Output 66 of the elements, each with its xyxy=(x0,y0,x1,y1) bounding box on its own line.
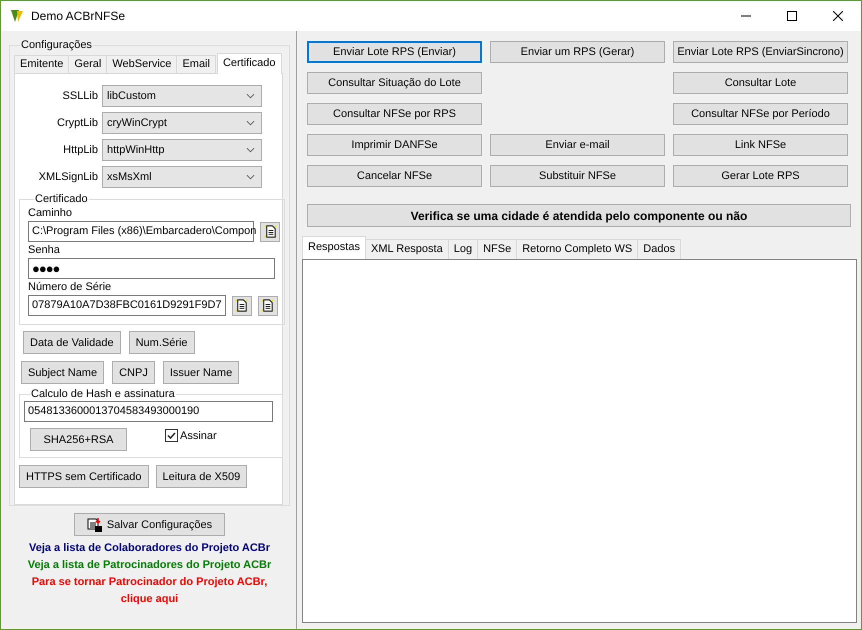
link[interactable]: clique aqui xyxy=(120,593,178,605)
dropdown[interactable]: cryWinCrypt xyxy=(102,112,262,134)
tab[interactable]: Email xyxy=(176,55,216,73)
chevron-down-icon xyxy=(246,147,255,153)
app-logo-icon xyxy=(9,8,25,24)
chevron-down-icon xyxy=(246,93,255,99)
dropdown[interactable]: httpWinHttp xyxy=(102,139,262,161)
input-field[interactable]: 0548133600013704583493000190 xyxy=(24,401,273,422)
link[interactable]: Para se tornar Patrocinador do Projeto ACBr, xyxy=(32,576,268,588)
action-button[interactable]: Substituir NFSe xyxy=(490,165,665,187)
dropdown[interactable]: libCustom xyxy=(102,85,262,107)
action-button[interactable]: Cancelar NFSe xyxy=(307,165,482,187)
field-label: XMLSignLib xyxy=(38,171,99,183)
action-button[interactable]: HTTPS sem Certificado xyxy=(19,465,149,488)
tab[interactable]: Certificado xyxy=(216,53,282,74)
close-icon[interactable] xyxy=(833,11,843,21)
browse-button[interactable] xyxy=(258,296,278,316)
action-button[interactable]: CNPJ xyxy=(112,361,155,384)
file-icon xyxy=(234,298,250,313)
save-button[interactable]: Salvar Configurações xyxy=(74,513,225,536)
checkbox[interactable] xyxy=(165,429,178,442)
action-button[interactable]: Enviar Lote RPS (Enviar) xyxy=(307,41,482,63)
password-field[interactable]: ●●●● xyxy=(28,258,275,279)
action-button[interactable]: Imprimir DANFSe xyxy=(307,134,482,156)
chevron-down-icon xyxy=(246,174,255,180)
tab[interactable]: Emitente xyxy=(14,55,70,73)
group-title: Certificado xyxy=(34,193,89,206)
input-field[interactable]: 07879A10A7D38FBC0161D9291F9D7 xyxy=(28,295,226,316)
verify-button[interactable]: Verifica se uma cidade é atendida pelo componente ou não xyxy=(307,204,851,227)
field-label: Número de Série xyxy=(28,281,112,293)
browse-button[interactable] xyxy=(260,222,280,242)
action-button[interactable]: Enviar e-mail xyxy=(490,134,665,156)
field-label: HttpLib xyxy=(62,144,99,156)
tab[interactable]: Respostas xyxy=(302,236,366,259)
field-label: Caminho xyxy=(28,207,74,219)
action-button[interactable]: Enviar Lote RPS (EnviarSincrono) xyxy=(673,41,848,63)
action-button[interactable]: SHA256+RSA xyxy=(30,428,127,451)
window-title: Demo ACBrNFSe xyxy=(31,9,126,23)
save-icon xyxy=(86,516,103,532)
link[interactable]: Veja a lista de Patrocinadores do Projeto ACBr xyxy=(28,559,272,571)
action-button[interactable]: Num.Série xyxy=(128,331,195,354)
checkbox-label: Assinar xyxy=(180,430,217,442)
group-title: Configurações xyxy=(20,39,93,52)
field-label: Senha xyxy=(28,244,61,256)
action-button[interactable]: Consultar NFSe por Período xyxy=(673,103,848,125)
action-button[interactable]: Consultar Lote xyxy=(673,72,848,94)
file-icon xyxy=(260,298,276,313)
input-field[interactable]: C:\Program Files (x86)\Embarcadero\Compon xyxy=(28,221,254,242)
action-button[interactable]: Issuer Name xyxy=(162,361,240,384)
maximize-icon[interactable] xyxy=(787,11,797,21)
file-icon xyxy=(262,224,278,239)
chevron-down-icon xyxy=(246,120,255,126)
action-button[interactable]: Leitura de X509 xyxy=(156,465,248,488)
action-button[interactable]: Gerar Lote RPS xyxy=(673,165,848,187)
link[interactable]: Veja a lista de Colaboradores do Projeto ACBr xyxy=(28,542,270,554)
field-label: CryptLib xyxy=(56,117,99,129)
action-button[interactable]: Data de Validade xyxy=(23,331,121,354)
field-label: SSLLib xyxy=(62,90,99,102)
browse-button[interactable] xyxy=(232,296,252,316)
action-button[interactable]: Consultar Situação do Lote xyxy=(307,72,482,94)
action-button[interactable]: Subject Name xyxy=(21,361,104,384)
action-button[interactable]: Consultar NFSe por RPS xyxy=(307,103,482,125)
action-button[interactable]: Enviar um RPS (Gerar) xyxy=(490,41,665,63)
dropdown[interactable]: xsMsXml xyxy=(102,166,262,188)
group-title: Calculo de Hash e assinatura xyxy=(30,388,176,401)
action-button[interactable]: Link NFSe xyxy=(673,134,848,156)
